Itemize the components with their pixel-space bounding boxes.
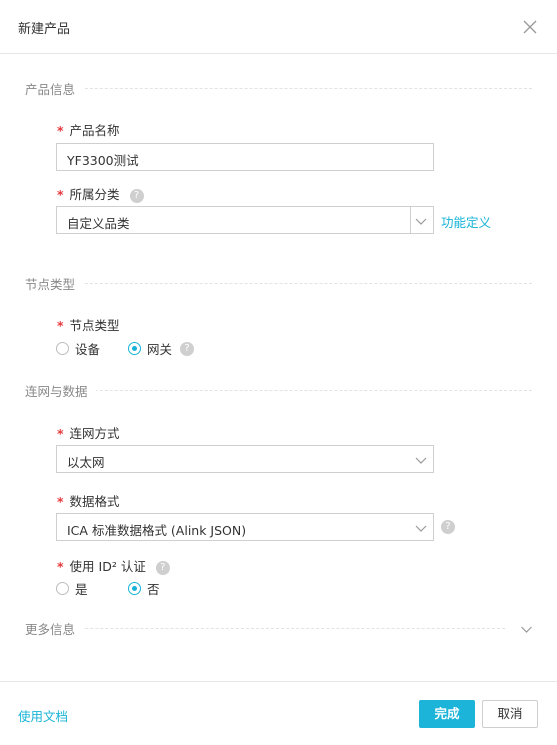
id2-auth-label-text: 使用 ID² 认证 <box>69 559 146 574</box>
chevron-down-icon <box>415 218 427 225</box>
section-title-more-info: 更多信息 <box>25 619 84 638</box>
help-icon[interactable]: ? <box>129 188 144 203</box>
chevron-down-icon <box>415 457 427 464</box>
required-mark: * <box>57 559 64 574</box>
category-label-text: 所属分类 <box>69 187 120 202</box>
category-label: * 所属分类 ? <box>57 184 144 203</box>
help-icon[interactable]: ? <box>441 520 455 534</box>
section-divider <box>25 88 532 89</box>
radio-label: 是 <box>75 582 88 597</box>
radio-unchecked-icon <box>56 342 69 355</box>
node-type-label: * 节点类型 <box>57 315 120 334</box>
chevron-down-icon <box>415 525 427 532</box>
section-title-network: 连网与数据 <box>25 381 96 400</box>
node-type-label-text: 节点类型 <box>69 318 120 333</box>
section-divider <box>25 628 505 629</box>
radio-label: 否 <box>147 582 160 597</box>
data-format-label-text: 数据格式 <box>69 494 120 509</box>
function-definition-link[interactable]: 功能定义 <box>441 212 491 231</box>
required-mark: * <box>57 123 64 138</box>
radio-unchecked-icon <box>56 582 69 595</box>
product-name-label: * 产品名称 <box>57 120 120 139</box>
required-mark: * <box>57 426 64 441</box>
required-mark: * <box>57 187 64 202</box>
radio-checked-icon <box>128 342 141 355</box>
connection-value: 以太网 <box>67 455 105 470</box>
product-name-label-text: 产品名称 <box>69 123 120 138</box>
cancel-button[interactable]: 取消 <box>482 700 538 728</box>
product-name-value: YF3300测试 <box>67 153 139 168</box>
connection-label: * 连网方式 <box>57 423 120 442</box>
more-info-toggle[interactable]: 更多信息 <box>0 612 557 642</box>
data-format-label: * 数据格式 <box>57 491 120 510</box>
node-type-device-radio[interactable]: 设备 <box>56 339 100 358</box>
chevron-down-icon <box>521 626 532 633</box>
radio-label: 设备 <box>75 342 101 357</box>
docs-link[interactable]: 使用文档 <box>18 706 68 725</box>
id2-auth-yes-radio[interactable]: 是 <box>56 579 88 598</box>
id2-auth-label: * 使用 ID² 认证 ? <box>57 556 170 575</box>
connection-select[interactable]: 以太网 <box>56 445 434 473</box>
help-icon[interactable]: ? <box>155 560 170 575</box>
section-divider <box>25 390 532 391</box>
required-mark: * <box>57 318 64 333</box>
product-name-input[interactable]: YF3300测试 <box>56 143 434 171</box>
category-select[interactable]: 自定义品类 <box>56 206 434 234</box>
radio-checked-icon <box>128 582 141 595</box>
section-title-product-info: 产品信息 <box>25 79 84 98</box>
data-format-select[interactable]: ICA 标准数据格式 (Alink JSON) <box>56 513 434 541</box>
node-type-gateway-radio[interactable]: 网关 ? <box>128 339 195 358</box>
dialog-title: 新建产品 <box>18 22 71 37</box>
required-mark: * <box>57 494 64 509</box>
category-value: 自定义品类 <box>67 216 130 231</box>
dialog-footer: 使用文档 完成 取消 <box>0 681 557 745</box>
new-product-dialog: 新建产品 产品信息 * 产品名称 YF3300测试 * 所属分类 ? 自定义品类 功… <box>0 0 557 745</box>
select-divider <box>410 207 411 233</box>
close-icon[interactable] <box>520 17 540 37</box>
connection-label-text: 连网方式 <box>69 426 120 441</box>
dialog-header: 新建产品 <box>0 0 557 54</box>
confirm-button[interactable]: 完成 <box>419 700 475 728</box>
section-divider <box>25 283 532 284</box>
radio-label: 网关 <box>147 342 173 357</box>
help-icon[interactable]: ? <box>180 341 195 356</box>
data-format-value: ICA 标准数据格式 (Alink JSON) <box>67 523 247 538</box>
section-title-node-type: 节点类型 <box>25 274 84 293</box>
id2-auth-no-radio[interactable]: 否 <box>128 579 160 598</box>
